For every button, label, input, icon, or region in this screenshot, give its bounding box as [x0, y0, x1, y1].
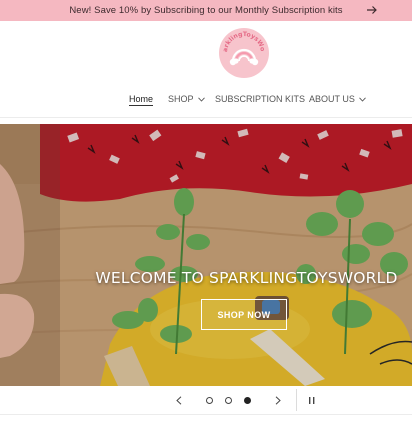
chevron-down-icon[interactable]	[359, 96, 366, 102]
header-divider	[0, 117, 412, 118]
nav-about-label[interactable]: ABOUT US	[309, 94, 355, 104]
slider-prev-button[interactable]	[172, 389, 186, 411]
hero-image	[0, 124, 412, 386]
slider-dot-2[interactable]	[225, 397, 232, 404]
section-divider	[0, 414, 412, 415]
pause-icon[interactable]	[308, 396, 316, 405]
slider-control-divider	[296, 389, 297, 411]
slider-next-button[interactable]	[271, 389, 285, 411]
logo-graphic: SparklingToysWorld	[216, 22, 269, 78]
slider-dot-3-active[interactable]	[244, 397, 251, 404]
announcement-bar[interactable]: New! Save 10% by Subscribing to our Mont…	[0, 0, 412, 21]
slider-pause-button[interactable]	[305, 389, 319, 411]
arrow-right-icon[interactable]	[366, 4, 378, 16]
nav-subscription-kits[interactable]: SUBSCRIPTION KITS	[215, 94, 305, 104]
slider-dot-1[interactable]	[206, 397, 213, 404]
chevron-right-icon[interactable]	[275, 395, 281, 405]
nav-shop[interactable]: SHOP	[168, 94, 205, 104]
nav-subscription-label[interactable]: SUBSCRIPTION KITS	[215, 94, 305, 104]
chevron-left-icon[interactable]	[176, 395, 182, 405]
hero-slideshow[interactable]: WELCOME TO SPARKLINGTOYSWORLD SHOP NOW	[0, 124, 412, 386]
announcement-text[interactable]: New! Save 10% by Subscribing to our Mont…	[69, 5, 342, 16]
shop-now-button[interactable]: SHOP NOW	[201, 299, 287, 330]
nav-about-us[interactable]: ABOUT US	[309, 94, 366, 104]
main-nav: Home SHOP SUBSCRIPTION KITS ABOUT US	[0, 94, 412, 110]
site-logo[interactable]: SparklingToysWorld	[216, 22, 270, 79]
hero-title: WELCOME TO SPARKLINGTOYSWORLD	[95, 269, 398, 287]
slider-controls	[0, 389, 412, 411]
chevron-down-icon[interactable]	[197, 96, 205, 102]
nav-home[interactable]: Home	[129, 94, 154, 106]
nav-shop-label[interactable]: SHOP	[168, 94, 194, 104]
nav-home-label[interactable]: Home	[129, 94, 153, 104]
